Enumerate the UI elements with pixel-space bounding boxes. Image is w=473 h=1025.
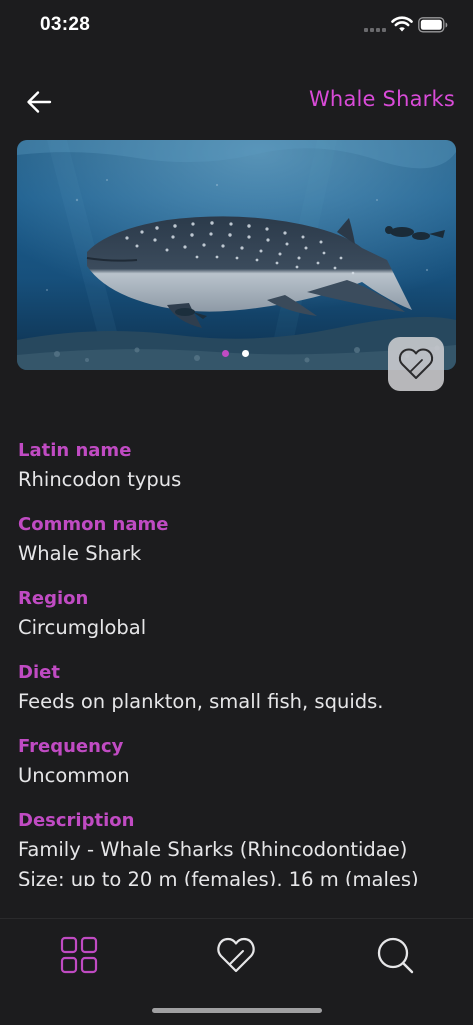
arrow-left-icon xyxy=(27,91,52,113)
search-icon xyxy=(377,937,414,974)
pager-dot[interactable] xyxy=(242,350,249,357)
species-details: Latin name Rhincodon typus Common name W… xyxy=(18,436,458,886)
region-value: Circumglobal xyxy=(18,616,147,639)
pager-dot-active[interactable] xyxy=(222,350,229,357)
tab-catalog[interactable] xyxy=(57,933,101,977)
header: Whale Sharks xyxy=(0,78,473,126)
common-name-value: Whale Shark xyxy=(18,542,142,565)
region-label: Region xyxy=(18,588,89,609)
wifi-icon xyxy=(391,16,413,32)
frequency-label: Frequency xyxy=(18,736,124,757)
whale-shark-image xyxy=(17,140,456,370)
back-button[interactable] xyxy=(18,82,60,122)
grid-icon xyxy=(60,936,98,974)
heart-icon xyxy=(398,348,434,379)
diet-value: Feeds on plankton, small fish, squids. xyxy=(18,690,384,713)
home-indicator xyxy=(152,1008,322,1013)
latin-name-value: Rhincodon typus xyxy=(18,468,182,491)
tab-favorites[interactable] xyxy=(214,933,258,977)
latin-name-label: Latin name xyxy=(18,440,132,461)
favorite-button[interactable] xyxy=(388,337,444,391)
status-bar: 03:28 xyxy=(0,0,473,52)
frequency-value: Uncommon xyxy=(18,764,130,787)
gallery-pager[interactable] xyxy=(222,349,254,359)
description-value-line-2: Size: up to 20 m (females), 16 m (males) xyxy=(18,868,419,886)
species-photo[interactable] xyxy=(17,140,456,370)
common-name-label: Common name xyxy=(18,514,169,535)
cellular-signal-icon xyxy=(364,28,386,33)
tab-search[interactable] xyxy=(373,933,417,977)
diet-label: Diet xyxy=(18,662,60,683)
battery-icon xyxy=(418,17,448,33)
description-label: Description xyxy=(18,810,135,831)
page-title: Whale Sharks xyxy=(308,87,455,111)
description-value: Family - Whale Sharks (Rhincodontidae) xyxy=(18,838,408,861)
heart-icon xyxy=(217,937,255,973)
status-time: 03:28 xyxy=(40,14,91,35)
